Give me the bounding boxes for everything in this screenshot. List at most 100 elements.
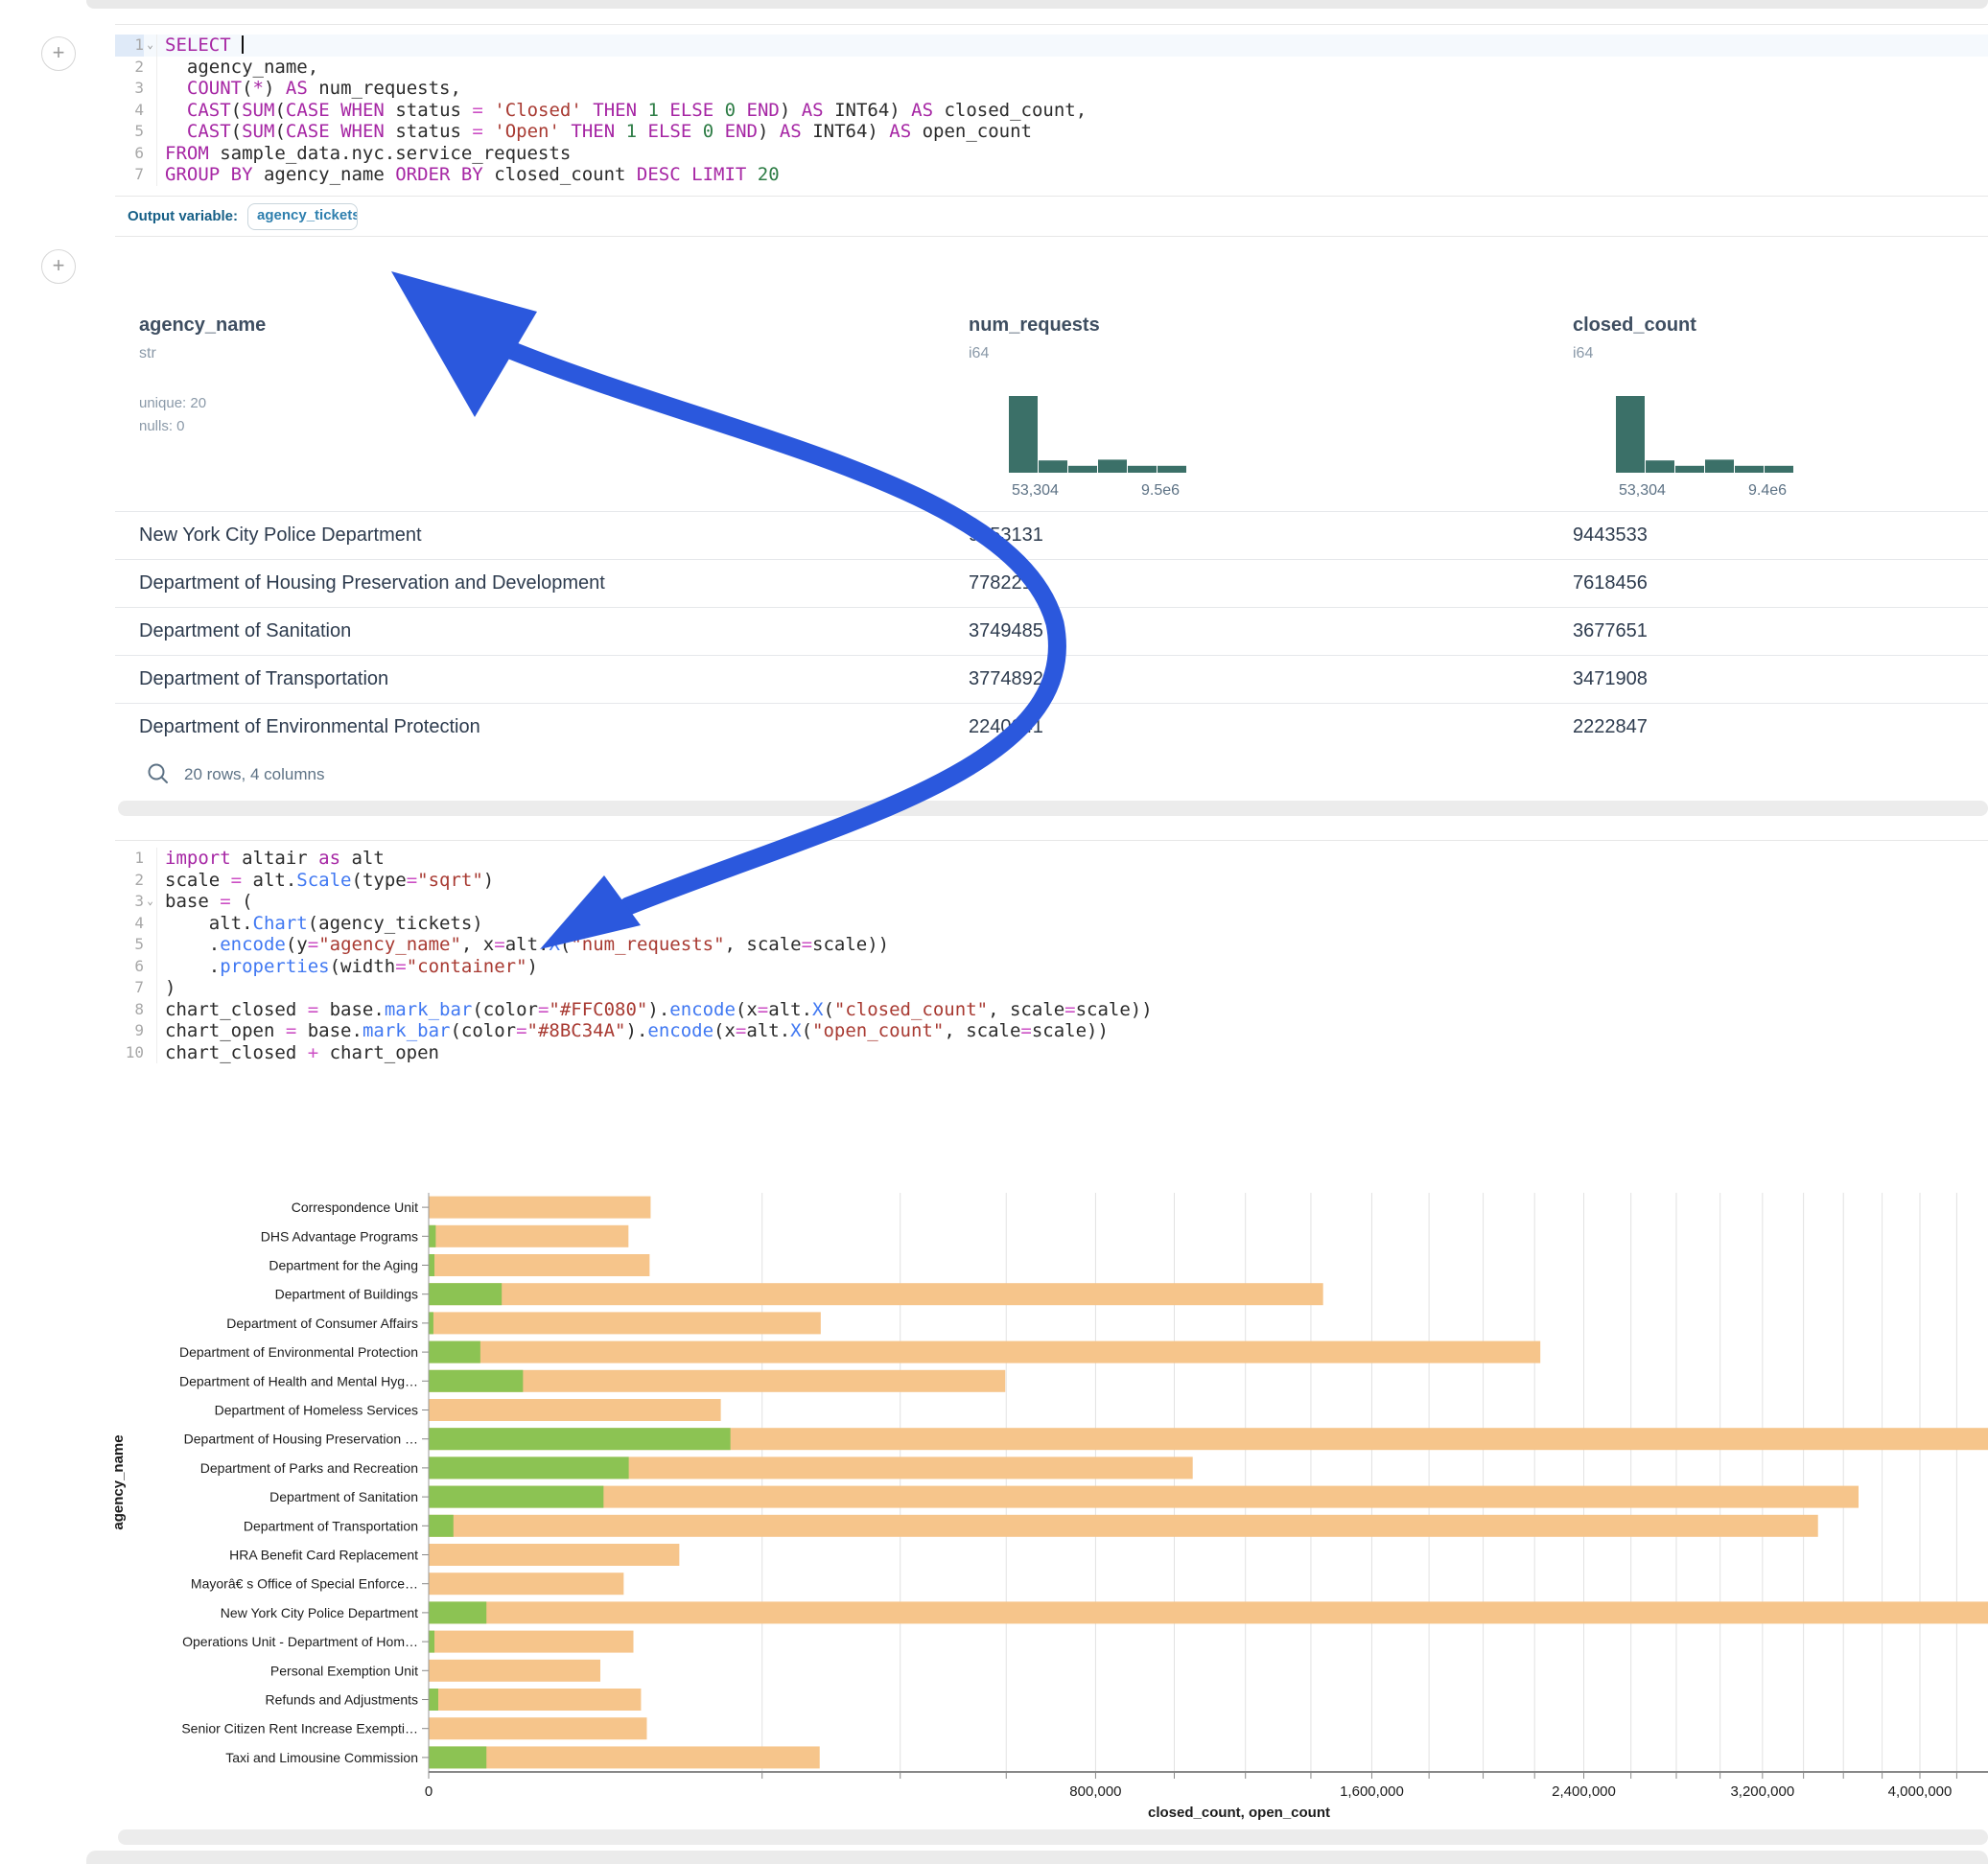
search-icon[interactable] [146, 761, 171, 786]
svg-text:Department of Transportation: Department of Transportation [244, 1518, 418, 1533]
svg-text:Personal Exemption Unit: Personal Exemption Unit [270, 1663, 418, 1678]
notebook-page: + + 1⌄SELECT 2 agency_name,3 COUNT(*) AS… [0, 0, 1988, 1864]
code-text: .properties(width="container") [156, 956, 538, 978]
svg-text:Department of Housing Preserva: Department of Housing Preservation … [184, 1432, 418, 1447]
code-line[interactable]: 6FROM sample_data.nyc.service_requests [115, 143, 1988, 165]
table-row: Department of Housing Preservation and D… [115, 559, 1988, 607]
column-type-agency-name: str [139, 345, 156, 362]
python-cell-footer [118, 1829, 1988, 1845]
sql-code-editor[interactable]: 1⌄SELECT 2 agency_name,3 COUNT(*) AS num… [115, 35, 1988, 186]
svg-text:Department of Buildings: Department of Buildings [275, 1287, 418, 1302]
table-cell: 9453131 [969, 512, 1043, 558]
svg-text:Operations Unit - Department o: Operations Unit - Department of Hom… [182, 1634, 418, 1649]
code-line[interactable]: 5 .encode(y="agency_name", x=alt.X("num_… [115, 934, 1988, 956]
code-line[interactable]: 10 chart_closed + chart_open [115, 1042, 1988, 1064]
python-code-editor[interactable]: 1import altair as alt2scale = alt.Scale(… [115, 848, 1988, 1063]
fold-gutter [144, 934, 156, 956]
line-number: 2 [115, 57, 144, 79]
svg-text:3,200,000: 3,200,000 [1730, 1783, 1794, 1800]
output-variable-input[interactable]: agency_tickets [247, 203, 358, 230]
code-text: import altair as alt [156, 848, 385, 870]
add-cell-button-2[interactable]: + [41, 249, 76, 284]
code-text: alt.Chart(agency_tickets) [156, 913, 483, 935]
code-line[interactable]: 7GROUP BY agency_name ORDER BY closed_co… [115, 164, 1988, 186]
line-number: 5 [115, 934, 144, 956]
column-type-num-requests: i64 [969, 345, 989, 362]
svg-text:Mayorâ€ s Office of Special En: Mayorâ€ s Office of Special Enforce… [191, 1576, 418, 1592]
line-number: 10 [115, 1042, 144, 1064]
svg-text:Department of Parks and Recrea: Department of Parks and Recreation [200, 1460, 418, 1476]
code-line[interactable]: 1⌄SELECT [115, 35, 1988, 57]
fold-arrow-icon[interactable]: ⌄ [144, 35, 156, 57]
svg-text:800,000: 800,000 [1069, 1783, 1121, 1800]
code-line[interactable]: 4 CAST(SUM(CASE WHEN status = 'Closed' T… [115, 100, 1988, 122]
table-cell: 3677651 [1573, 608, 1648, 654]
line-number: 4 [115, 100, 144, 122]
svg-text:Department of Environmental Pr: Department of Environmental Protection [179, 1344, 418, 1360]
svg-text:Department for the Aging: Department for the Aging [269, 1258, 418, 1273]
fold-gutter [144, 870, 156, 892]
add-cell-button[interactable]: + [41, 36, 76, 71]
column-stat-unique: unique: 20 [139, 395, 206, 411]
table-cell: Department of Housing Preservation and D… [139, 560, 605, 606]
svg-text:Department of Homeless Service: Department of Homeless Services [215, 1403, 418, 1418]
svg-text:Taxi and Limousine Commission: Taxi and Limousine Commission [225, 1750, 418, 1765]
line-number: 7 [115, 164, 144, 186]
next-cell-edge [86, 1851, 1988, 1864]
line-number: 6 [115, 956, 144, 978]
code-line[interactable]: 4 alt.Chart(agency_tickets) [115, 913, 1988, 935]
fold-gutter [144, 1020, 156, 1042]
column-header-closed-count[interactable]: closed_count [1573, 315, 1696, 337]
output-variable-bar: Output variable: agency_tickets [115, 196, 1988, 237]
line-number: 7 [115, 977, 144, 999]
code-text: chart_closed + chart_open [156, 1042, 439, 1064]
code-line[interactable]: 3 COUNT(*) AS num_requests, [115, 78, 1988, 100]
code-text: chart_closed = base.mark_bar(color="#FFC… [156, 999, 1153, 1021]
code-text: CAST(SUM(CASE WHEN status = 'Open' THEN … [156, 121, 1032, 143]
previous-cell-edge [86, 0, 1988, 9]
table-cell: 9443533 [1573, 512, 1648, 558]
table-cell: Department of Environmental Protection [139, 704, 480, 750]
code-line[interactable]: 3⌄base = ( [115, 891, 1988, 913]
hist-min-label: 53,304 [1619, 482, 1666, 500]
hist-max-label: 9.5e6 [1141, 482, 1180, 500]
code-text: ) [156, 977, 175, 999]
svg-text:Refunds and Adjustments: Refunds and Adjustments [265, 1692, 418, 1708]
fold-gutter [144, 121, 156, 143]
column-header-num-requests[interactable]: num_requests [969, 315, 1100, 337]
altair-bar-chart: Correspondence UnitDHS Advantage Program… [0, 1175, 1988, 1836]
table-row: Department of Sanitation37494853677651 [115, 607, 1988, 655]
code-line[interactable]: 9chart_open = base.mark_bar(color="#8BC3… [115, 1020, 1988, 1042]
code-text: CAST(SUM(CASE WHEN status = 'Closed' THE… [156, 100, 1087, 122]
table-cell: 7782211 [969, 560, 1041, 606]
svg-text:2,400,000: 2,400,000 [1552, 1783, 1616, 1800]
table-cell: 3749485 [969, 608, 1043, 654]
svg-text:HRA Benefit Card Replacement: HRA Benefit Card Replacement [229, 1548, 418, 1563]
column-header-agency-name[interactable]: agency_name [139, 315, 266, 337]
column-type-closed-count: i64 [1573, 345, 1593, 362]
code-line[interactable]: 5 CAST(SUM(CASE WHEN status = 'Open' THE… [115, 121, 1988, 143]
code-line[interactable]: 1import altair as alt [115, 848, 1988, 870]
table-cell: New York City Police Department [139, 512, 422, 558]
code-line[interactable]: 8chart_closed = base.mark_bar(color="#FF… [115, 999, 1988, 1021]
sql-cell-footer [118, 801, 1988, 816]
code-text: agency_name, [156, 57, 318, 79]
fold-arrow-icon[interactable]: ⌄ [144, 891, 156, 913]
svg-text:1,600,000: 1,600,000 [1340, 1783, 1404, 1800]
table-cell: 2222847 [1573, 704, 1648, 750]
line-number: 1 [115, 35, 144, 57]
closed-count-histogram [1616, 396, 1793, 478]
svg-text:Department of Sanitation: Department of Sanitation [269, 1489, 418, 1504]
code-text: .encode(y="agency_name", x=alt.X("num_re… [156, 934, 889, 956]
plus-icon: + [53, 40, 65, 64]
code-line[interactable]: 2 agency_name, [115, 57, 1988, 79]
fold-gutter [144, 100, 156, 122]
code-line[interactable]: 7) [115, 977, 1988, 999]
code-line[interactable]: 2scale = alt.Scale(type="sqrt") [115, 870, 1988, 892]
code-line[interactable]: 6 .properties(width="container") [115, 956, 1988, 978]
svg-text:New York City Police Departmen: New York City Police Department [221, 1605, 418, 1620]
hist-max-label: 9.4e6 [1748, 482, 1787, 500]
fold-gutter [144, 977, 156, 999]
svg-text:DHS Advantage Programs: DHS Advantage Programs [261, 1228, 418, 1244]
svg-text:closed_count, open_count: closed_count, open_count [1148, 1805, 1330, 1821]
